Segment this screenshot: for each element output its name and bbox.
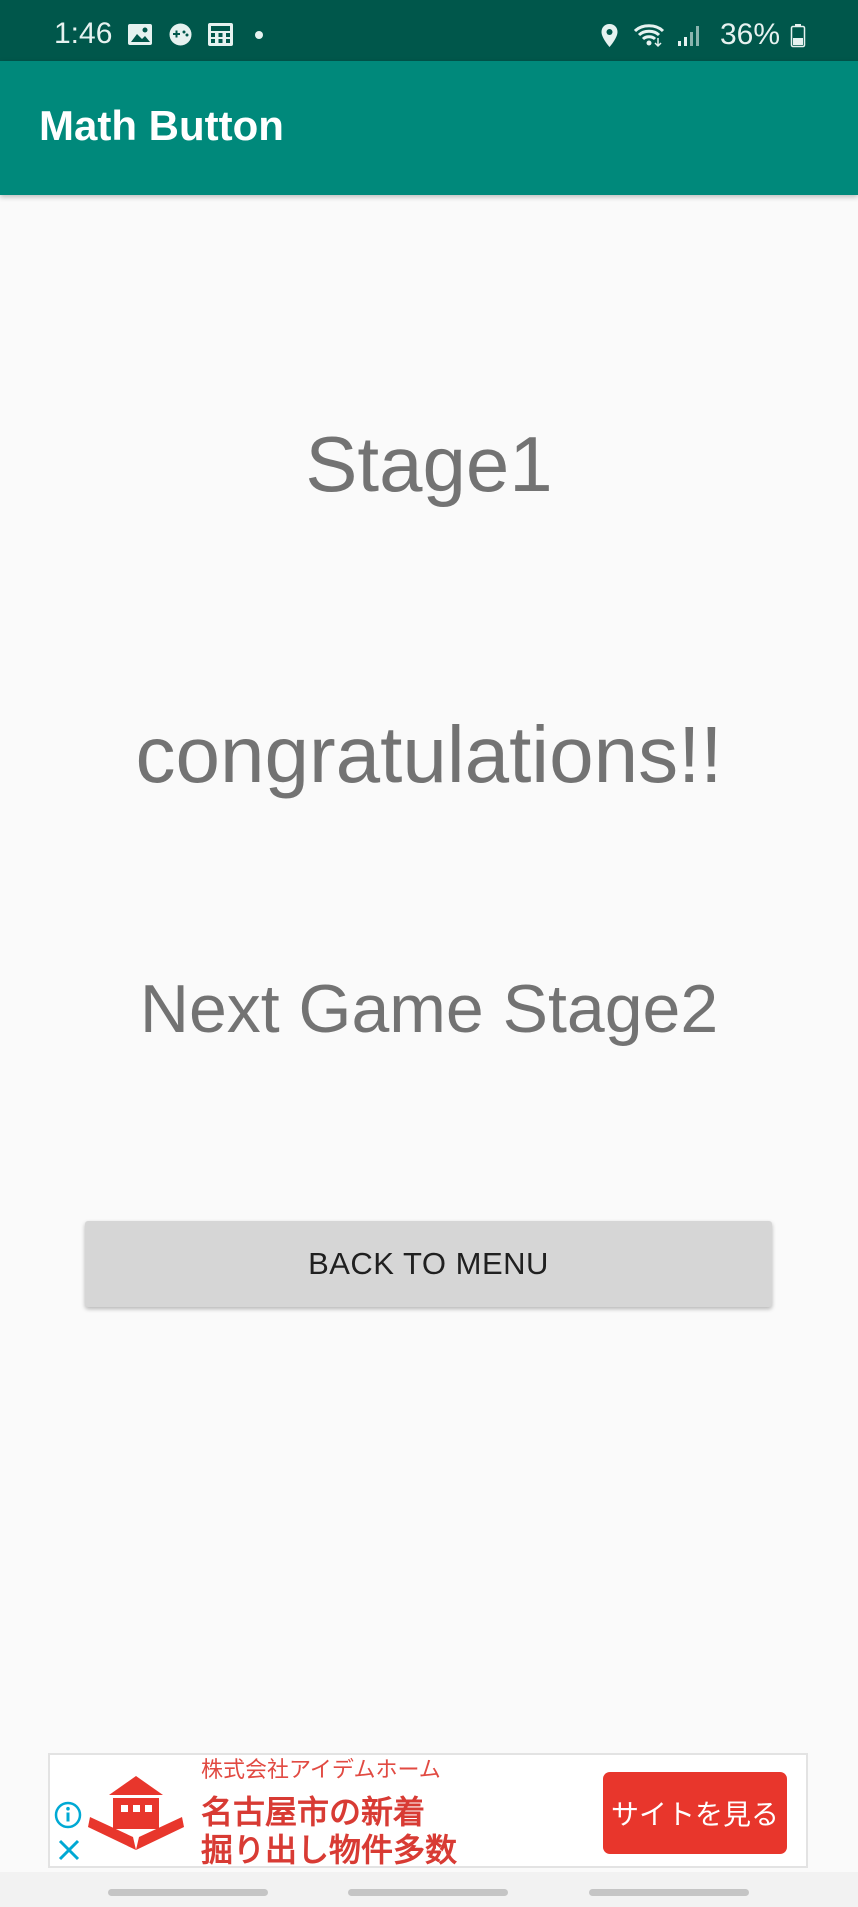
ad-site-button[interactable]: サイトを見る: [603, 1772, 787, 1854]
navigation-bar: [0, 1872, 858, 1907]
image-icon: [128, 24, 152, 45]
battery-icon: [790, 23, 806, 47]
notification-dot: [255, 30, 263, 39]
status-bar: 1:46 36%: [0, 0, 858, 61]
ad-headline: 名古屋市の新着 掘り出し物件多数: [201, 1794, 458, 1868]
app-title: Math Button: [39, 102, 284, 149]
house-logo-icon: [88, 1776, 184, 1850]
status-right-icons: 36%: [596, 20, 806, 50]
status-time: 1:46: [54, 17, 113, 50]
nav-home-handle[interactable]: [348, 1889, 508, 1896]
game-controller-icon: [169, 23, 192, 46]
nav-back-handle[interactable]: [589, 1889, 749, 1896]
screen: 1:46 36% Math Button Stage1 congratulati…: [0, 0, 858, 1907]
next-game-text: Next Game Stage2: [139, 971, 719, 1047]
location-icon: [601, 23, 618, 47]
stage-title: Stage1: [305, 420, 553, 508]
nav-recents-handle[interactable]: [108, 1889, 268, 1896]
status-left-icons: [127, 22, 263, 47]
info-icon[interactable]: [54, 1801, 82, 1829]
congratulations-text: congratulations!!: [135, 710, 723, 799]
close-icon[interactable]: [56, 1837, 82, 1863]
calculator-icon: [208, 23, 233, 46]
ad-banner[interactable]: 株式会社アイデムホーム 名古屋市の新着 掘り出し物件多数 サイトを見る: [48, 1753, 808, 1868]
signal-icon: [677, 25, 699, 46]
wifi-icon: [633, 23, 665, 47]
back-to-menu-button[interactable]: BACK TO MENU: [85, 1221, 772, 1307]
app-bar: Math Button: [0, 61, 858, 195]
battery-percent: 36%: [719, 18, 780, 51]
ad-company: 株式会社アイデムホーム: [201, 1757, 441, 1782]
